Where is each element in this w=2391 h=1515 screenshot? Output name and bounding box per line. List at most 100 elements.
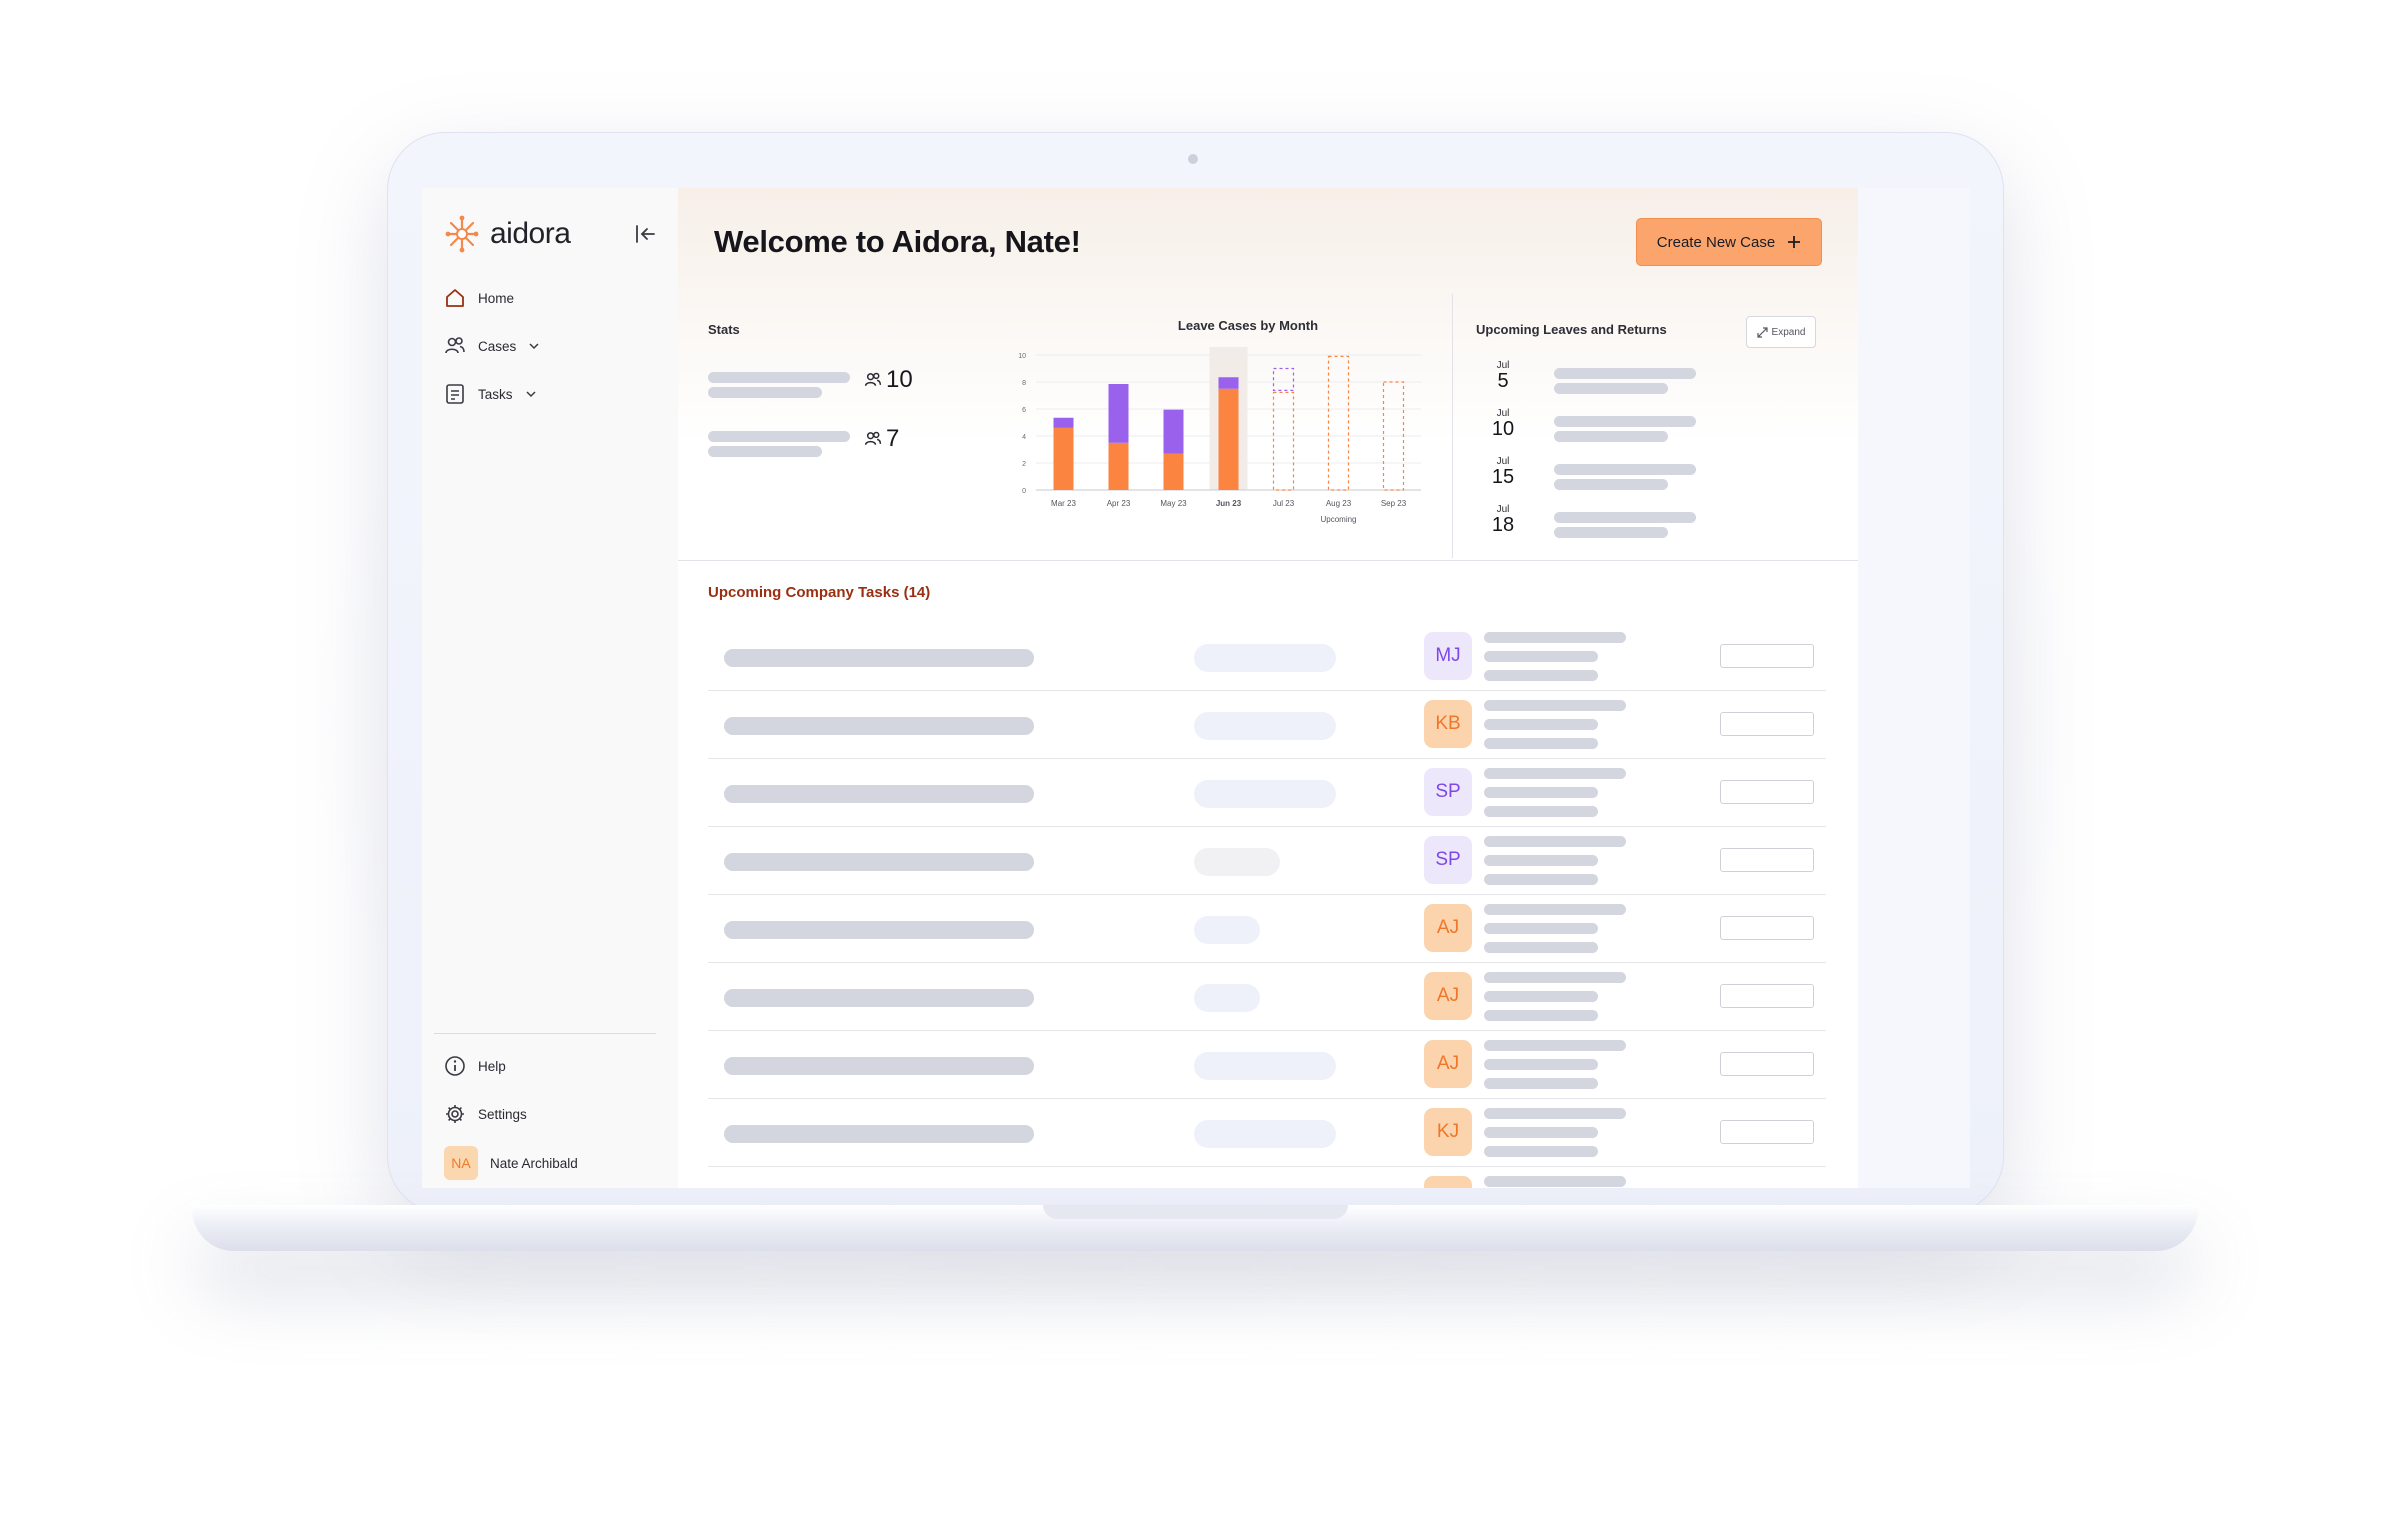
expand-icon xyxy=(1756,326,1768,338)
x-tick-label: Jun 23 xyxy=(1216,499,1242,508)
upcoming-date: Jul 15 xyxy=(1483,456,1523,487)
task-action-button[interactable] xyxy=(1720,1120,1814,1144)
logo[interactable]: aidora xyxy=(442,214,571,254)
assignee-detail-placeholder xyxy=(1484,700,1626,711)
projected-bar xyxy=(1327,355,1350,491)
task-action-button[interactable] xyxy=(1720,916,1814,940)
task-row[interactable]: MJ xyxy=(708,622,1826,691)
assignee-detail-placeholder xyxy=(1484,923,1598,934)
upcoming-date: Jul 5 xyxy=(1483,360,1523,391)
collapse-sidebar-button[interactable] xyxy=(632,221,658,247)
page-title: Welcome to Aidora, Nate! xyxy=(714,224,1081,259)
upcoming-detail-placeholder xyxy=(1554,431,1668,442)
y-tick-label: 2 xyxy=(1022,461,1026,468)
assignee-detail-placeholder xyxy=(1484,651,1598,662)
nav-settings[interactable]: Settings xyxy=(444,1103,527,1125)
assignee-detail-placeholder xyxy=(1484,787,1598,798)
task-action-button[interactable] xyxy=(1720,1052,1814,1076)
leave-cases-chart: 0 2 4 6 8 10 Mar 23 Apr 23 May 23 Jun 23 Jul 23 Aug… xyxy=(1018,347,1421,524)
task-action-button[interactable] xyxy=(1720,848,1814,872)
assignee-detail-placeholder xyxy=(1484,1146,1598,1157)
users-icon xyxy=(864,372,882,386)
assignee-detail-placeholder xyxy=(1484,874,1598,885)
assignee-detail-placeholder xyxy=(1484,738,1598,749)
user-profile[interactable]: NA Nate Archibald xyxy=(444,1146,578,1180)
assignee-avatar: KJ xyxy=(1424,1108,1472,1156)
task-row[interactable]: KJ xyxy=(708,1098,1826,1167)
aidora-logo-icon xyxy=(445,215,479,253)
x-tick-label: May 23 xyxy=(1160,499,1187,508)
main-content: Welcome to Aidora, Nate! Create New Case… xyxy=(678,188,1858,1188)
logo-text: aidora xyxy=(490,217,571,250)
screen-margin xyxy=(1858,188,1970,1188)
home-icon xyxy=(446,289,464,307)
section-divider xyxy=(678,560,1858,561)
task-row[interactable]: SP xyxy=(708,758,1826,827)
task-action-button[interactable] xyxy=(1720,984,1814,1008)
assignee-avatar: KB xyxy=(1424,700,1472,748)
assignee-detail-placeholder xyxy=(1484,768,1626,779)
assignee-detail-placeholder xyxy=(1484,1059,1598,1070)
assignee-detail-placeholder xyxy=(1484,632,1626,643)
y-tick-label: 8 xyxy=(1022,380,1026,387)
task-name-placeholder xyxy=(724,1057,1034,1075)
laptop-notch xyxy=(1043,1205,1348,1219)
create-new-case-button[interactable]: Create New Case xyxy=(1636,218,1822,266)
y-tick-label: 6 xyxy=(1022,407,1026,414)
assignee-avatar: MJ xyxy=(1424,632,1472,680)
x-tick-label: Sep 23 xyxy=(1381,499,1407,508)
stat-label-placeholder xyxy=(708,431,850,442)
sidebar: aidora Home Cases Tasks Help Settings NA… xyxy=(422,188,678,1188)
tasks-title: Upcoming Company Tasks (14) xyxy=(708,584,931,601)
upcoming-detail-placeholder xyxy=(1554,368,1696,379)
task-name-placeholder xyxy=(724,1125,1034,1143)
bar-segment xyxy=(1053,417,1074,428)
nav-home[interactable]: Home xyxy=(444,287,514,309)
task-name-placeholder xyxy=(724,785,1034,803)
projected-bar xyxy=(1272,391,1295,491)
assignee-detail-placeholder xyxy=(1484,855,1598,866)
bar-segment xyxy=(1163,409,1184,454)
laptop-screen: aidora Home Cases Tasks Help Settings NA… xyxy=(422,188,1970,1188)
chevron-down-icon xyxy=(525,391,536,398)
nav-tasks[interactable]: Tasks xyxy=(444,383,537,405)
assignee-avatar: SP xyxy=(1424,768,1472,816)
create-new-case-label: Create New Case xyxy=(1656,233,1776,251)
x-tick-label: Aug 23 xyxy=(1326,499,1352,508)
task-action-button[interactable] xyxy=(1720,712,1814,736)
assignee-avatar: AJ xyxy=(1424,972,1472,1020)
bar-segment xyxy=(1053,427,1074,490)
status-badge xyxy=(1194,984,1260,1012)
nav-help[interactable]: Help xyxy=(444,1055,506,1077)
task-action-button[interactable] xyxy=(1720,644,1814,668)
task-name-placeholder xyxy=(724,921,1034,939)
nav-cases[interactable]: Cases xyxy=(444,335,540,357)
task-row[interactable]: SP xyxy=(708,826,1826,895)
upcoming-detail-placeholder xyxy=(1554,416,1696,427)
task-row[interactable]: AJ xyxy=(708,1166,1826,1188)
upcoming-day: 5 xyxy=(1497,370,1509,392)
task-row[interactable]: AJ xyxy=(708,962,1826,1031)
status-badge xyxy=(1194,916,1260,944)
bar-segment xyxy=(1108,442,1129,490)
task-name-placeholder xyxy=(724,853,1034,871)
nav-help-label: Help xyxy=(478,1058,506,1074)
assignee-avatar: SP xyxy=(1424,836,1472,884)
status-badge xyxy=(1194,780,1336,808)
bar-segment xyxy=(1163,453,1184,490)
plus-icon xyxy=(1788,236,1801,248)
stat-value: 7 xyxy=(864,425,899,453)
x-tick-label: Mar 23 xyxy=(1051,499,1076,508)
task-row[interactable]: KB xyxy=(708,690,1826,759)
task-name-placeholder xyxy=(724,717,1034,735)
expand-label: Expand xyxy=(1771,326,1806,338)
app-window: aidora Home Cases Tasks Help Settings NA… xyxy=(422,188,1858,1188)
nav-tasks-label: Tasks xyxy=(478,386,513,402)
expand-button[interactable]: Expand xyxy=(1746,316,1816,348)
chart-title: Leave Cases by Month xyxy=(1177,318,1319,333)
upcoming-detail-placeholder xyxy=(1554,479,1668,490)
task-row[interactable]: AJ xyxy=(708,894,1826,963)
stat-label-placeholder xyxy=(708,387,822,398)
task-row[interactable]: AJ xyxy=(708,1030,1826,1099)
task-action-button[interactable] xyxy=(1720,780,1814,804)
